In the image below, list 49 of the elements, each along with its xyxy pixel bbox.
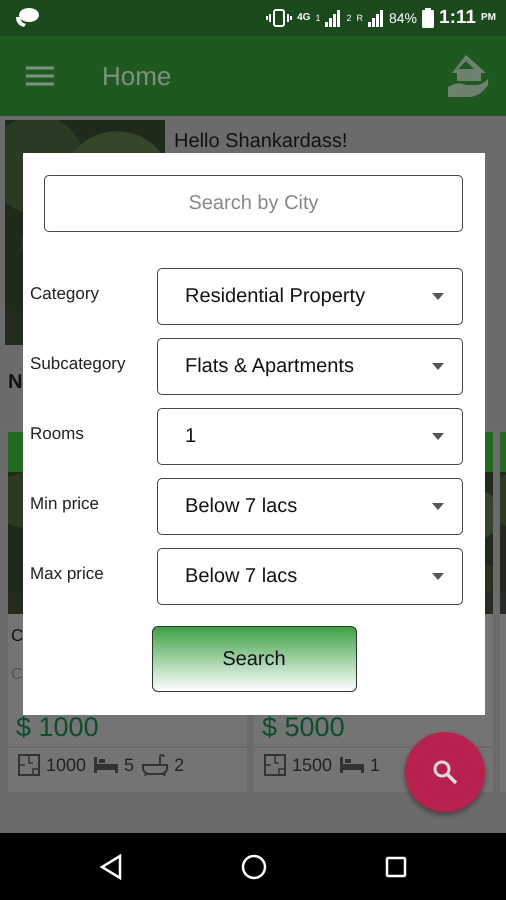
feature-value: 5 [124,754,134,776]
feature-value: 1500 [292,754,332,776]
feature-value: 2 [174,754,184,776]
page-title: Home [102,60,172,92]
home-button[interactable] [241,854,267,880]
battery-percent: 84% [388,10,418,26]
search-field[interactable]: Search by City [44,175,463,232]
clock-time: 1:11 [439,7,476,29]
roaming-label: R [356,13,363,23]
signal-icon [325,9,342,27]
filter-label: Max price [30,563,105,584]
recents-button[interactable] [385,856,407,878]
dropdown-caret-icon [432,503,444,510]
greeting-text: Hello Shankardass! [174,129,348,153]
battery-icon [422,8,434,28]
listing-title: C [10,625,24,647]
feature-value: 1000 [46,754,86,776]
search-button[interactable]: Search [152,626,356,692]
filter-label: Subcategory [30,353,126,374]
network-label: 4G [297,13,310,23]
section-heading: N [8,371,24,395]
listing-price: $ 5000 [261,711,346,744]
floor-plan-icon [18,754,40,776]
dropdown-field[interactable]: Residential Property [157,268,463,325]
dropdown-field[interactable]: 1 [157,408,463,465]
dropdown-caret-icon [432,573,444,580]
dropdown-field[interactable]: Below 7 lacs [157,478,463,535]
filter-label: Category [30,283,100,304]
floor-plan-icon [264,754,286,776]
search-icon [432,759,458,785]
chat-icon [14,7,40,29]
filter-label: Min price [30,493,100,514]
clock-period: PM [481,13,496,23]
back-button[interactable] [99,854,123,880]
filter-label: Rooms [30,423,85,444]
dropdown-field[interactable]: Flats & Apartments [157,338,463,395]
sim-label: 2 [346,13,352,23]
sim-label: 1 [315,13,320,23]
signal-icon [368,9,384,27]
dropdown-caret-icon [432,293,444,300]
bed-icon [340,757,364,773]
dropdown-caret-icon [432,433,444,440]
dropdown-caret-icon [432,363,444,370]
bed-icon [94,757,118,773]
feature-value: 1 [370,754,380,776]
vibrate-icon [266,8,292,28]
listing-price: $ 1000 [15,711,100,744]
dropdown-field[interactable]: Below 7 lacs [157,548,463,605]
bathtub-icon [142,754,168,776]
